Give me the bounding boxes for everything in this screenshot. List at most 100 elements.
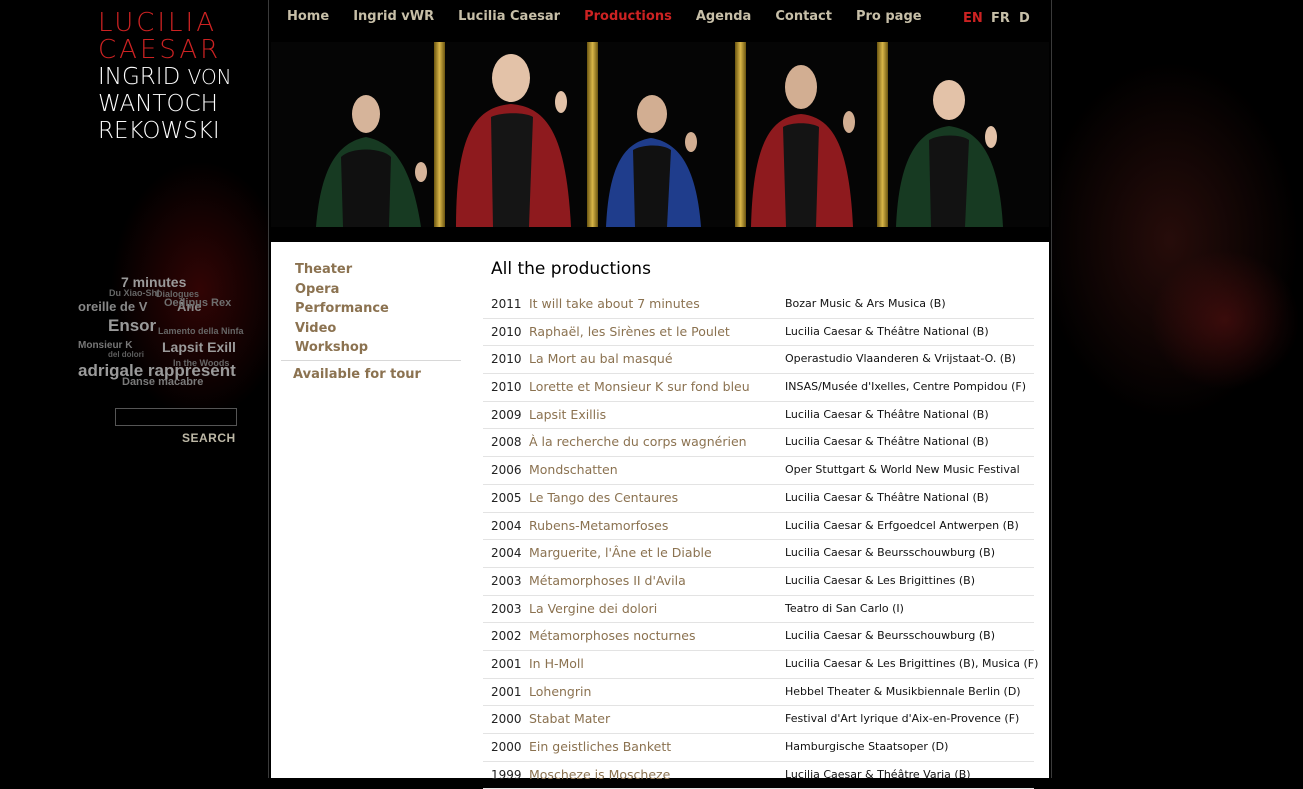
logo-line-3: INGRID VON (98, 64, 248, 91)
production-year: 2009 (491, 407, 522, 422)
production-title-link[interactable]: La Mort au bal masqué (529, 351, 673, 366)
logo-line-2: CAESAR (98, 35, 222, 65)
production-row: 2000 Stabat Mater Festival d'Art lyrique d… (483, 706, 1034, 734)
production-year: 2006 (491, 463, 522, 478)
production-title-link[interactable]: À la recherche du corps wagnérien (529, 434, 747, 449)
tag-link[interactable]: Lapsit Exill (162, 339, 236, 355)
production-venue: Lucilia Caesar & Théâtre National (B) (785, 407, 989, 421)
category-opera[interactable]: Opera (295, 280, 389, 300)
nav-lucilia-caesar[interactable]: Lucilia Caesar (458, 9, 560, 29)
production-row: 2003 La Vergine dei dolori Teatro di San C… (483, 596, 1034, 624)
production-venue: Lucilia Caesar & Erfgoedcel Antwerpen (B… (785, 518, 1019, 532)
main-nav: Home Ingrid vWR Lucilia Caesar Productio… (287, 9, 946, 29)
tag-cloud: 7 minutes Du Xiao-Shi Dialogues oreille … (78, 270, 244, 400)
logo-word-von: VON (187, 65, 232, 89)
production-row: 1999 Moscheze is Moscheze Lucilia Caesar &… (483, 762, 1034, 789)
available-for-tour-link[interactable]: Available for tour (293, 367, 421, 382)
productions-list: 2011 It will take about 7 minutes Bozar Mu… (483, 291, 1038, 789)
nav-pro-page[interactable]: Pro page (856, 9, 922, 29)
production-year: 2000 (491, 740, 522, 754)
production-title-link[interactable]: It will take about 7 minutes (529, 296, 700, 311)
production-row: 2000 Ein geistliches Bankett Hamburgische … (483, 734, 1034, 762)
tag-link[interactable]: Ensor (108, 316, 156, 336)
production-year: 2010 (491, 324, 522, 339)
background-glow (1040, 60, 1300, 420)
nav-contact[interactable]: Contact (775, 9, 832, 29)
tag-link[interactable]: Lamento della Ninfa (158, 326, 244, 336)
production-venue: Lucilia Caesar & Théâtre National (B) (785, 324, 989, 338)
production-venue: Lucilia Caesar & Beursschouwburg (B) (785, 629, 995, 643)
tag-link[interactable]: oreille de V (78, 299, 147, 314)
production-title-link[interactable]: La Vergine dei dolori (529, 601, 657, 616)
nav-agenda[interactable]: Agenda (696, 9, 752, 29)
production-row: 2001 In H-Moll Lucilia Caesar & Les Brigit… (483, 651, 1038, 679)
tag-link[interactable]: Du Xiao-Shi (109, 288, 160, 298)
production-venue: Bozar Music & Ars Musica (B) (785, 297, 946, 310)
production-title-link[interactable]: Lorette et Monsieur K sur fond bleu (529, 379, 750, 394)
hero-photo (271, 42, 1049, 227)
site-logo[interactable]: LUCILIA CAESAR INGRID VON WANTOCH REKOWS… (98, 10, 248, 145)
production-title-link[interactable]: Le Tango des Centaures (529, 490, 678, 505)
nav-productions[interactable]: Productions (584, 9, 672, 29)
production-venue: Lucilia Caesar & Beursschouwburg (B) (785, 546, 995, 560)
tag-link[interactable]: Danse macabre (122, 376, 203, 388)
production-row: 2008 À la recherche du corps wagnérien Luc… (483, 429, 1034, 458)
page-title: All the productions (491, 259, 651, 279)
production-title-link[interactable]: Ein geistliches Bankett (529, 739, 671, 754)
production-venue: Lucilia Caesar & Théâtre Varia (B) (785, 767, 971, 781)
production-year: 2004 (491, 518, 522, 533)
production-year: 2010 (491, 380, 522, 395)
production-venue: Operastudio Vlaanderen & Vrijstaat-O. (B… (785, 352, 1016, 366)
production-venue: INSAS/Musée d'Ixelles, Centre Pompidou (… (785, 380, 1026, 394)
production-title-link[interactable]: Lohengrin (529, 684, 591, 699)
content-area: Theater Opera Performance Video Workshop… (271, 242, 1049, 789)
category-workshop[interactable]: Workshop (295, 338, 389, 358)
production-title-link[interactable]: Lapsit Exillis (529, 407, 606, 422)
nav-ingrid-vwr[interactable]: Ingrid vWR (353, 9, 434, 29)
production-title-link[interactable]: Raphaël, les Sirènes et le Poulet (529, 324, 730, 339)
logo-line-5: REKOWSKI (98, 118, 220, 144)
production-title-link[interactable]: Métamorphoses nocturnes (529, 628, 696, 643)
production-year: 2001 (491, 656, 522, 671)
production-venue: Teatro di San Carlo (I) (785, 601, 904, 615)
production-row: 2010 La Mort au bal masqué Operastudio Vla… (483, 346, 1034, 375)
tag-link[interactable]: Oedipus Rex (164, 297, 231, 309)
production-year: 2002 (491, 629, 522, 644)
logo-line-4: WANTOCH (98, 91, 218, 117)
production-year: 2011 (491, 297, 522, 311)
production-year: 2000 (491, 712, 522, 727)
production-row: 2001 Lohengrin Hebbel Theater & Musikbienn… (483, 679, 1034, 707)
category-divider (281, 360, 461, 361)
language-d[interactable]: D (1019, 11, 1030, 26)
production-title-link[interactable]: In H-Moll (529, 656, 584, 671)
search-input[interactable] (115, 408, 237, 426)
production-year: 2001 (491, 684, 522, 699)
production-venue: Hebbel Theater & Musikbiennale Berlin (D… (785, 684, 1021, 698)
language-fr[interactable]: FR (991, 11, 1010, 26)
production-row: 2010 Raphaël, les Sirènes et le Poulet Luc… (483, 319, 1034, 347)
tag-link[interactable]: del dolori (108, 350, 144, 359)
production-title-link[interactable]: Stabat Mater (529, 711, 610, 726)
search-button[interactable]: SEARCH (182, 431, 236, 445)
production-title-link[interactable]: Métamorphoses II d'Avila (529, 573, 686, 588)
production-year: 2010 (491, 352, 522, 367)
production-row: 2006 Mondschatten Oper Stuttgart & World N… (483, 457, 1034, 485)
production-year: 2005 (491, 490, 522, 505)
language-en[interactable]: EN (963, 11, 983, 26)
production-title-link[interactable]: Moscheze is Moscheze (529, 767, 670, 782)
production-title-link[interactable]: Mondschatten (529, 462, 618, 477)
production-title-link[interactable]: Rubens-Metamorfoses (529, 518, 668, 533)
production-venue: Festival d'Art lyrique d'Aix-en-Provence… (785, 712, 1020, 726)
production-row: 2004 Marguerite, l'Âne et le Diable Lucili… (483, 540, 1034, 568)
production-venue: Lucilia Caesar & Théâtre National (B) (785, 490, 989, 504)
production-row: 2004 Rubens-Metamorfoses Lucilia Caesar & … (483, 513, 1034, 541)
production-year: 2003 (491, 601, 522, 616)
category-performance[interactable]: Performance (295, 299, 389, 319)
production-title-link[interactable]: Marguerite, l'Âne et le Diable (529, 545, 712, 560)
logo-word-ingrid: INGRID (98, 64, 181, 90)
category-theater[interactable]: Theater (295, 260, 389, 280)
production-row: 2003 Métamorphoses II d'Avila Lucilia Caes… (483, 568, 1034, 596)
category-video[interactable]: Video (295, 319, 389, 339)
nav-home[interactable]: Home (287, 9, 329, 29)
main-panel: Home Ingrid vWR Lucilia Caesar Productio… (268, 0, 1052, 789)
